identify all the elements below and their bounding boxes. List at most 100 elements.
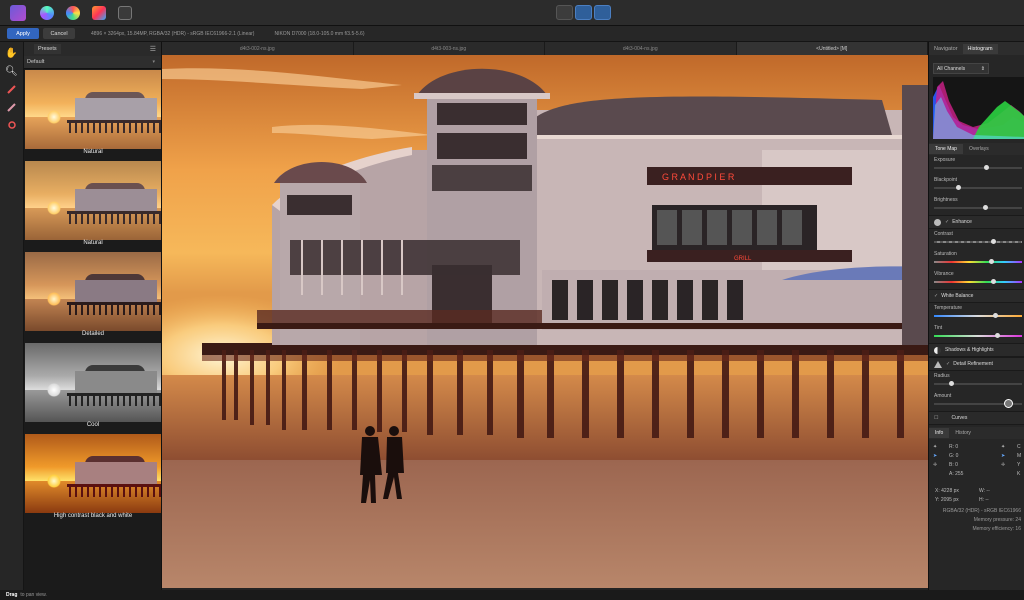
cancel-button[interactable]: Cancel bbox=[43, 28, 75, 39]
detail-refinement-checkbox[interactable]: ✓ bbox=[946, 361, 950, 367]
preset-label: Natural bbox=[25, 240, 161, 249]
section-label: Curves bbox=[951, 415, 968, 421]
tone-mapping-persona-icon[interactable] bbox=[92, 5, 106, 20]
apply-button[interactable]: Apply bbox=[7, 28, 39, 39]
amount-slider[interactable]: Amount bbox=[929, 391, 1024, 411]
slider-label: Vibrance bbox=[934, 271, 954, 277]
slider-track[interactable] bbox=[934, 335, 1022, 337]
tone-map-tabs: Tone Map Overlays bbox=[929, 143, 1024, 155]
export-persona-icon[interactable] bbox=[118, 5, 132, 20]
tab-tone-map[interactable]: Tone Map bbox=[929, 144, 963, 154]
slider-track[interactable] bbox=[934, 261, 1022, 263]
info-readout: ✦ ➤ ✛ R: 0 G: 0 B: 0 A: 255 ✦ ➤ ✛ C M Y … bbox=[929, 439, 1024, 487]
document-tab-active[interactable]: <Untitled> [M] bbox=[736, 42, 928, 55]
slider-track[interactable] bbox=[934, 241, 1022, 243]
grand-pier-sign: G R A N D P I E R bbox=[662, 172, 735, 182]
preset-item[interactable]: Detailed bbox=[25, 251, 161, 341]
white-balance-section[interactable]: ✓ White Balance bbox=[929, 289, 1024, 303]
slider-knob[interactable] bbox=[994, 333, 1000, 338]
slider-track[interactable] bbox=[934, 281, 1022, 283]
pointer-icon: ➤ bbox=[933, 453, 938, 459]
slider-track[interactable] bbox=[934, 167, 1022, 169]
zoom-tool-icon[interactable]: 🔍︎ bbox=[5, 64, 19, 78]
preset-thumbnail bbox=[25, 70, 161, 149]
curves-section[interactable]: ☐ Curves bbox=[929, 411, 1024, 425]
slider-knob[interactable] bbox=[956, 185, 962, 190]
photo-persona-icon[interactable] bbox=[10, 4, 26, 21]
document-tab[interactable]: d4t3-004-ns.jpg bbox=[545, 42, 737, 55]
channel-select[interactable]: All Channels ⇕ bbox=[933, 63, 989, 74]
contrast-slider[interactable]: Contrast bbox=[929, 229, 1024, 249]
tab-history[interactable]: History bbox=[949, 428, 977, 438]
tab-overlays[interactable]: Overlays bbox=[963, 144, 995, 154]
exposure-slider[interactable]: Exposure bbox=[929, 155, 1024, 175]
curves-checkbox[interactable]: ☐ bbox=[934, 415, 938, 421]
preset-thumbnail bbox=[25, 343, 161, 422]
radius-slider[interactable]: Radius bbox=[929, 371, 1024, 391]
tint-slider[interactable]: Tint bbox=[929, 323, 1024, 343]
color-format: RGBA/32 (HDR) - sRGB IEC61966 bbox=[942, 508, 1021, 514]
memory-pressure: Memory pressure: 24 bbox=[973, 517, 1021, 523]
preset-label: Cool bbox=[25, 422, 161, 431]
blackpoint-slider[interactable]: Blackpoint bbox=[929, 175, 1024, 195]
status-text: to pan view. bbox=[20, 592, 47, 598]
split-view-icon[interactable] bbox=[575, 5, 592, 20]
view-mode-icon[interactable] bbox=[556, 5, 573, 20]
saturation-slider[interactable]: Saturation bbox=[929, 249, 1024, 269]
preset-item[interactable]: Natural bbox=[25, 69, 161, 159]
tab-info[interactable]: Info bbox=[929, 428, 950, 438]
erase-tool-icon[interactable] bbox=[5, 118, 19, 132]
document-tab[interactable]: d4t3-002-ns.jpg bbox=[162, 42, 354, 55]
slider-knob[interactable] bbox=[1004, 399, 1014, 408]
tab-histogram[interactable]: Histogram bbox=[962, 43, 998, 54]
detail-refinement-icon bbox=[934, 360, 942, 368]
slider-knob[interactable] bbox=[991, 239, 997, 244]
preset-item[interactable]: Natural bbox=[25, 160, 161, 250]
memory-efficiency: Memory efficiency: 16 bbox=[972, 526, 1021, 532]
pointer-icons: ✦ ➤ ✛ bbox=[933, 443, 937, 470]
tab-navigator[interactable]: Navigator bbox=[929, 44, 963, 54]
info-key: G: bbox=[949, 453, 955, 459]
slider-knob[interactable] bbox=[991, 279, 997, 284]
white-balance-picker-icon[interactable] bbox=[5, 82, 19, 96]
slider-knob[interactable] bbox=[993, 313, 999, 318]
slider-knob[interactable] bbox=[984, 165, 990, 170]
preset-item[interactable]: Cool bbox=[25, 342, 161, 432]
brightness-slider[interactable]: Brightness bbox=[929, 195, 1024, 215]
detail-refinement-section[interactable]: ✓ Detail Refinement bbox=[929, 357, 1024, 371]
develop-persona-icon[interactable] bbox=[66, 5, 80, 20]
preset-item[interactable]: High contrast black and white bbox=[25, 433, 161, 523]
shadows-highlights-section[interactable]: Shadows & Highlights bbox=[929, 343, 1024, 357]
info-value: 0 bbox=[955, 462, 958, 468]
mirror-view-icon[interactable] bbox=[594, 5, 611, 20]
enhance-checkbox[interactable]: ✓ bbox=[945, 219, 949, 225]
slider-track[interactable] bbox=[934, 207, 1022, 209]
slider-knob[interactable] bbox=[988, 259, 994, 264]
white-balance-sliders: Temperature Tint bbox=[929, 303, 1024, 343]
slider-track[interactable] bbox=[934, 187, 1022, 189]
slider-knob[interactable] bbox=[949, 381, 955, 386]
document-tab[interactable]: d4t3-003-ns.jpg bbox=[354, 42, 545, 55]
slider-knob[interactable] bbox=[982, 205, 988, 210]
panel-menu-icon[interactable]: ☰ bbox=[150, 45, 156, 53]
slider-track[interactable] bbox=[934, 383, 1022, 385]
pointer-icons-right: ✦ ➤ ✛ bbox=[1001, 443, 1005, 470]
document-info: 4896 × 3264px, 15.84MP, RGBA/32 (HDR) - … bbox=[91, 30, 255, 37]
info-key: K bbox=[1017, 471, 1021, 477]
presets-tab[interactable]: Presets bbox=[34, 44, 61, 54]
vibrance-slider[interactable]: Vibrance bbox=[929, 269, 1024, 289]
liquify-persona-icon[interactable] bbox=[40, 5, 54, 20]
brush-tool-icon[interactable] bbox=[5, 100, 19, 114]
image-canvas[interactable]: G R A N D P I E R GRILL bbox=[162, 55, 928, 588]
slider-label: Contrast bbox=[934, 231, 953, 237]
preset-category-select[interactable]: Default ▾ bbox=[24, 56, 161, 69]
tools-panel: ✋ 🔍︎ bbox=[0, 42, 24, 590]
presets-panel: Presets ☰ Default ▾ Natural Natural Deta… bbox=[24, 42, 162, 590]
white-balance-checkbox[interactable]: ✓ bbox=[934, 293, 938, 299]
slider-track[interactable] bbox=[934, 315, 1022, 317]
hand-tool-icon[interactable]: ✋ bbox=[5, 46, 19, 60]
enhance-section[interactable]: ✓ Enhance bbox=[929, 215, 1024, 229]
slider-label: Brightness bbox=[934, 197, 958, 203]
temperature-slider[interactable]: Temperature bbox=[929, 303, 1024, 323]
detail-sliders: Radius Amount bbox=[929, 371, 1024, 411]
